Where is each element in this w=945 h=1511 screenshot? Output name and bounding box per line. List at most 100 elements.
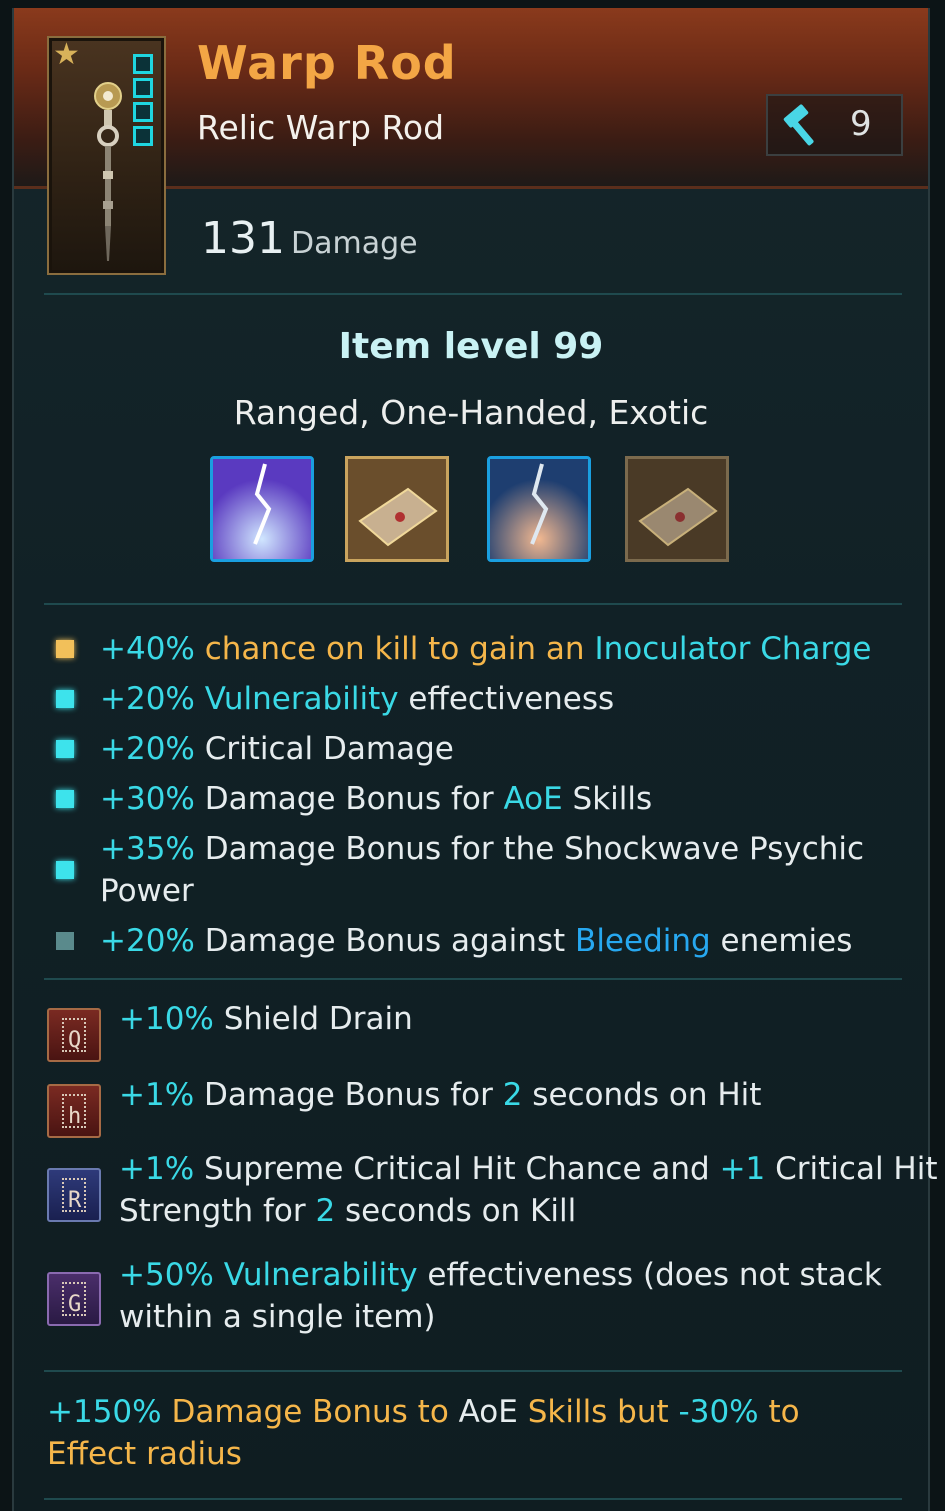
book-icon [628,459,726,559]
socket-slot [133,102,153,122]
affix-text-segment: Damage Bonus for [194,781,504,817]
socket-slot [133,126,153,146]
item-name: Warp Rod [197,36,457,90]
socket-slot [133,54,153,74]
affix-text-segment: +20% [100,923,195,959]
rune-affix-text: +1% Damage Bonus for 2 seconds on Hit [119,1074,945,1116]
rune-list: Q +10% Shield Drain h +1% Damage Bonus for … [47,998,938,1358]
item-level: Item level 99 [338,326,604,367]
book-icon [348,459,446,559]
affix-text-segment: +1 [719,1151,766,1187]
divider [44,603,902,605]
affix-bullet-icon [56,740,74,758]
affix-text-segment: +40% [100,631,195,667]
affix-text-segment: +30% [100,781,195,817]
rune-icon[interactable]: Q [47,1008,101,1062]
affix-text-segment: +10% [119,1001,214,1037]
rune-icon[interactable]: h [47,1084,101,1138]
socket-slot [133,78,153,98]
affix-text-segment: AoE [503,781,563,817]
item-tooltip: ★ Warp Rod Relic Warp Rod 9 131 Damage I… [12,8,938,1511]
rune-glyph-icon: G [62,1282,86,1317]
item-portrait: ★ [47,36,166,275]
lightning-strike-skill-icon[interactable] [210,456,314,562]
affix-text-segment: -30% [678,1394,759,1430]
affix-line: +40% chance on kill to gain an Inoculato… [52,628,912,670]
affix-text-segment: seconds on Kill [335,1193,577,1229]
rune-glyph-letter: h [68,1104,82,1129]
divider [44,1370,902,1372]
affix-text-segment: 2 [315,1193,336,1229]
damage-value: 131 [201,213,285,264]
rune-affix-line: Q +10% Shield Drain [47,998,945,1062]
affix-text-segment: +1% [119,1077,195,1113]
rune-affix-text: +1% Supreme Critical Hit Chance and +1 C… [119,1148,945,1232]
affix-text-segment: Shield Drain [213,1001,413,1037]
affix-text-segment: Vulnerability [223,1257,418,1293]
affix-text-segment: Damage Bonus to [161,1394,459,1430]
affix-bullet-icon [56,932,74,950]
rune-glyph-icon: Q [62,1018,86,1053]
damage-stat: 131 Damage [201,213,418,264]
affix-text-segment: Damage Bonus against [194,923,576,959]
affix-text-segment: Bleeding [575,923,711,959]
affix-text-segment: Damage Bonus for the Shockwave Psychic P… [100,831,865,909]
affix-text-segment: +1% [119,1151,195,1187]
star-icon: ★ [53,37,80,72]
affix-line: +20% Vulnerability effectiveness [52,678,912,720]
upgrade-level-badge: 9 [766,94,903,156]
rune-glyph-icon: R [62,1178,86,1213]
rune-icon[interactable]: R [47,1168,101,1222]
affix-line: +30% Damage Bonus for AoE Skills [52,778,912,820]
affix-bullet-icon [56,690,74,708]
divider [44,293,902,295]
affix-text-segment: +20% [100,681,205,717]
rune-glyph-letter: G [68,1292,82,1317]
upgrade-level-value: 9 [850,104,872,144]
affix-bullet-icon [56,640,74,658]
affix-text-segment: +150% [47,1394,162,1430]
rune-affix-line: G +50% Vulnerability effectiveness (does … [47,1254,945,1338]
item-type: Relic Warp Rod [197,108,445,147]
affix-text-segment: Vulnerability [204,681,399,717]
affix-line: +20% Critical Damage [52,728,912,770]
socket-slots [133,54,153,150]
affix-text-segment: 2 [502,1077,523,1113]
affix-bullet-icon [56,861,74,879]
affix-line: +20% Damage Bonus against Bleeding enemi… [52,920,912,962]
lightning-strike-skill-icon-alt[interactable] [487,456,591,562]
rune-affix-line: h +1% Damage Bonus for 2 seconds on Hit [47,1074,945,1138]
affix-text-segment: Damage Bonus for [194,1077,503,1113]
affix-text-segment: Supreme Critical Hit Chance and [194,1151,720,1187]
affix-text-segment: +50% [119,1257,224,1293]
rune-glyph-icon: h [62,1094,86,1129]
divider [44,1498,902,1500]
rune-glyph-letter: Q [68,1028,82,1053]
lightning-bolt-icon [490,459,588,559]
affix-text-segment: +20% [100,731,195,767]
affix-list: +40% chance on kill to gain an Inoculato… [52,628,912,970]
divider [44,978,902,980]
warp-rod-icon [94,82,122,261]
affix-text-segment: Skills [562,781,653,817]
rune-affix-line: R +1% Supreme Critical Hit Chance and +1 … [47,1148,945,1232]
affix-text-segment: chance on kill to gain an [194,631,595,667]
affix-line: +35% Damage Bonus for the Shockwave Psyc… [52,828,912,912]
lightning-bolt-icon [213,459,311,559]
affix-text-segment: Skills but [517,1394,679,1430]
psychic-book-skill-icon[interactable] [345,456,449,562]
affix-text-segment: effectiveness [398,681,615,717]
affix-text-segment: seconds on Hit [522,1077,762,1113]
affix-bullet-icon [56,790,74,808]
legendary-affix: +150% Damage Bonus to AoE Skills but -30… [47,1391,887,1475]
damage-label: Damage [290,226,418,261]
affix-text-segment: Inoculator Charge [594,631,872,667]
rune-icon[interactable]: G [47,1272,101,1326]
rune-affix-text: +10% Shield Drain [119,998,945,1040]
rune-affix-text: +50% Vulnerability effectiveness (does n… [119,1254,945,1338]
affix-text-segment: enemies [710,923,853,959]
affix-text-segment: Critical Damage [194,731,454,767]
affix-text-segment: +35% [100,831,195,867]
psychic-book-skill-icon-alt[interactable] [625,456,729,562]
hammer-icon [783,104,814,146]
